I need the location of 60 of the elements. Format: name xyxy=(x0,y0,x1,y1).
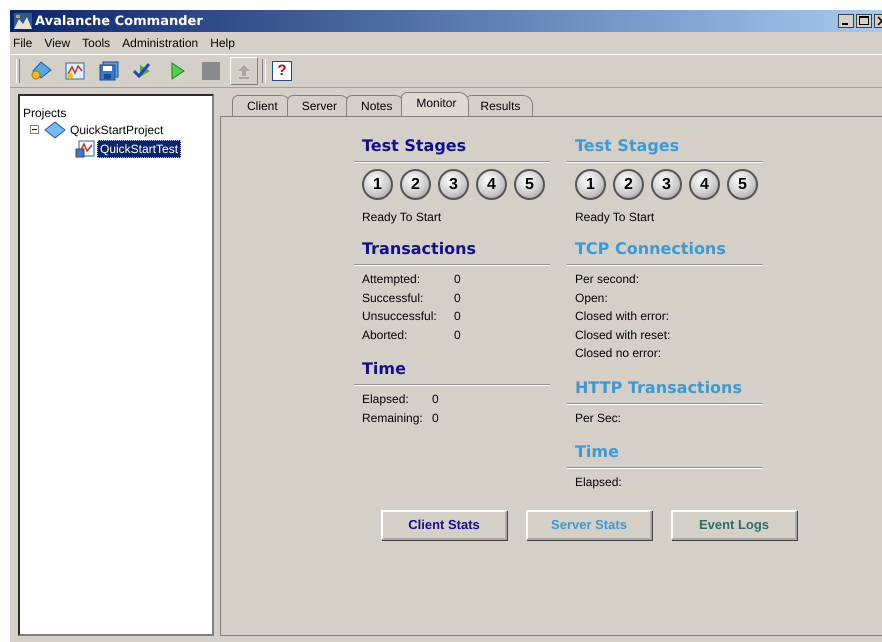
tab[interactable]: Monitor xyxy=(401,92,470,116)
stat-label: Open: xyxy=(575,290,608,306)
stat-label: Unsuccessful: xyxy=(362,309,438,325)
menu-item[interactable]: Administration xyxy=(122,36,198,50)
stat-label: Successful: xyxy=(362,290,424,306)
tree-item[interactable]: Projects xyxy=(23,106,209,120)
chart-icon xyxy=(75,140,95,158)
stat-value: 0 xyxy=(454,328,461,344)
diamond-icon xyxy=(44,120,66,138)
tree-item[interactable]: QuickStartTest xyxy=(97,140,182,158)
stage-indicator: 4 xyxy=(689,169,720,200)
stat-label: Remaining: xyxy=(362,410,424,426)
app-icon xyxy=(14,13,32,29)
help-button[interactable]: ? xyxy=(272,61,292,81)
menu-item[interactable]: View xyxy=(44,36,70,50)
stage-indicator: 2 xyxy=(613,169,644,200)
section-heading: Time xyxy=(361,358,407,380)
stage-indicator: 1 xyxy=(575,169,606,200)
stat-value: 0 xyxy=(454,309,461,325)
status-text: Ready To Start xyxy=(361,210,442,224)
section-heading: Test Stages xyxy=(361,135,468,157)
section-heading: TCP Connections xyxy=(574,238,727,260)
stage-indicator: 3 xyxy=(651,169,682,200)
save-icon[interactable] xyxy=(98,61,120,81)
stat-value: 0 xyxy=(432,410,439,426)
stat-label: Elapsed: xyxy=(362,392,410,408)
project-icon[interactable] xyxy=(30,61,52,81)
window-title: Avalanche Commander xyxy=(35,14,203,28)
stage-indicator: 5 xyxy=(727,169,758,200)
section-heading: Transactions xyxy=(361,238,478,260)
status-text: Ready To Start xyxy=(574,210,656,224)
stat-label: Aborted: xyxy=(362,328,408,344)
stat-label: Elapsed: xyxy=(575,475,622,491)
tree-item[interactable]: QuickStartProject xyxy=(68,122,166,138)
stat-value: 0 xyxy=(432,392,439,408)
stats-button[interactable]: Client Stats xyxy=(381,510,507,540)
stat-label: Closed with reset: xyxy=(575,328,670,344)
stage-indicator: 1 xyxy=(362,169,393,200)
stat-label: Per second: xyxy=(575,272,640,288)
menu-item[interactable]: File xyxy=(13,36,32,50)
maximize-icon[interactable] xyxy=(856,14,872,28)
section-heading: HTTP Transactions xyxy=(574,376,743,398)
stat-label: Per Sec: xyxy=(575,410,622,426)
stage-indicator: 2 xyxy=(400,169,431,200)
stat-value: 0 xyxy=(454,272,461,288)
stats-button[interactable]: Event Logs xyxy=(671,510,797,540)
stage-indicator: 4 xyxy=(476,169,507,200)
minimize-icon[interactable] xyxy=(838,14,854,28)
menu-item[interactable]: Tools xyxy=(82,36,110,50)
stat-label: Closed no error: xyxy=(575,346,662,362)
tab[interactable]: Results xyxy=(465,95,534,116)
stat-label: Closed with error: xyxy=(575,309,670,325)
stage-indicator: 5 xyxy=(514,169,545,200)
stat-value: 0 xyxy=(454,290,461,306)
menu-item[interactable]: Help xyxy=(210,36,235,50)
stage-indicator: 3 xyxy=(438,169,469,200)
stat-label: Attempted: xyxy=(362,272,422,288)
chart-icon[interactable] xyxy=(64,61,86,81)
section-heading: Time xyxy=(574,441,620,463)
section-heading: Test Stages xyxy=(574,135,680,157)
